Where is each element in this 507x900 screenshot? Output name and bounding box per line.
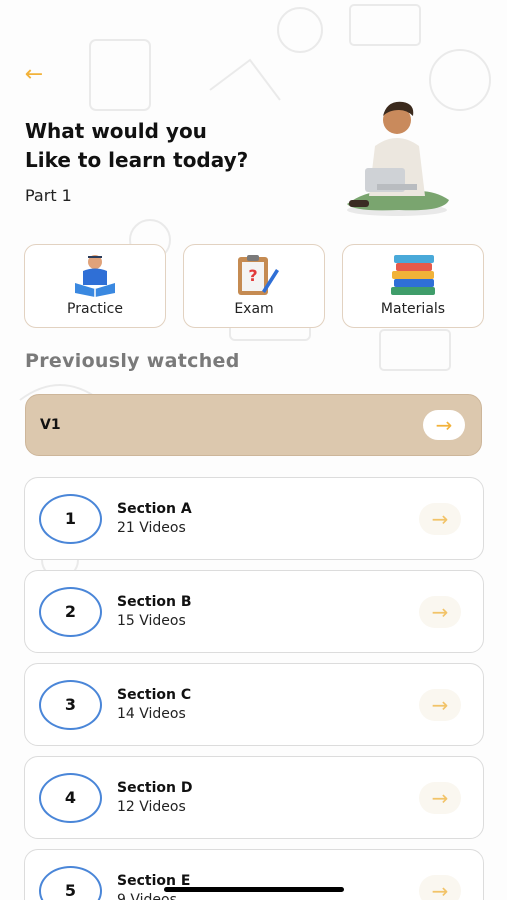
previously-watched-card[interactable]: V1 →: [25, 394, 482, 456]
part-label: Part 1: [25, 186, 72, 205]
category-exam-label: Exam: [234, 301, 274, 317]
section-item-c[interactable]: 3 Section C 14 Videos →: [24, 663, 484, 746]
arrow-right-icon[interactable]: →: [419, 502, 461, 535]
section-video-count: 14 Videos: [117, 705, 186, 722]
section-number: 2: [39, 586, 102, 637]
clipboard-exam-icon: ?: [238, 255, 279, 295]
arrow-right-icon[interactable]: →: [419, 874, 461, 900]
section-video-count: 12 Videos: [117, 798, 186, 815]
section-number: 4: [39, 772, 102, 823]
category-practice[interactable]: Practice: [24, 244, 166, 328]
svg-text:?: ?: [248, 266, 257, 285]
arrow-right-icon[interactable]: →: [419, 595, 461, 628]
books-stack-icon: [391, 255, 435, 295]
section-number: 1: [39, 493, 102, 544]
section-number: 5: [39, 865, 102, 900]
page-title: What would you Like to learn today?: [25, 117, 325, 175]
headline-line-2: Like to learn today?: [25, 148, 249, 172]
category-row: Practice ? Exam Materials: [24, 244, 484, 328]
home-indicator[interactable]: [164, 887, 344, 892]
section-title: Section A: [117, 500, 192, 517]
previously-watched-label: V1: [40, 417, 61, 433]
section-item-b[interactable]: 2 Section B 15 Videos →: [24, 570, 484, 653]
previously-watched-title: Previously watched: [25, 350, 240, 372]
arrow-right-icon[interactable]: →: [423, 410, 465, 440]
section-number: 3: [39, 679, 102, 730]
category-exam[interactable]: ? Exam: [183, 244, 325, 328]
section-list: 1 Section A 21 Videos → 2 Section B 15 V…: [24, 477, 484, 900]
arrow-right-icon[interactable]: →: [419, 688, 461, 721]
section-item-a[interactable]: 1 Section A 21 Videos →: [24, 477, 484, 560]
back-button[interactable]: ←: [14, 58, 54, 90]
headline-line-1: What would you: [25, 119, 207, 143]
section-video-count: 21 Videos: [117, 519, 186, 536]
category-materials[interactable]: Materials: [342, 244, 484, 328]
arrow-left-icon: ←: [24, 61, 44, 87]
section-title: Section B: [117, 593, 192, 610]
student-reading-icon: [75, 255, 115, 297]
section-item-d[interactable]: 4 Section D 12 Videos →: [24, 756, 484, 839]
section-video-count: 15 Videos: [117, 612, 186, 629]
category-practice-label: Practice: [67, 301, 123, 317]
student-laptop-illustration: [347, 101, 449, 216]
arrow-right-icon[interactable]: →: [419, 781, 461, 814]
section-title: Section D: [117, 779, 193, 796]
category-materials-label: Materials: [380, 301, 446, 317]
section-item-e[interactable]: 5 Section E 9 Videos →: [24, 849, 484, 900]
section-title: Section C: [117, 686, 192, 703]
